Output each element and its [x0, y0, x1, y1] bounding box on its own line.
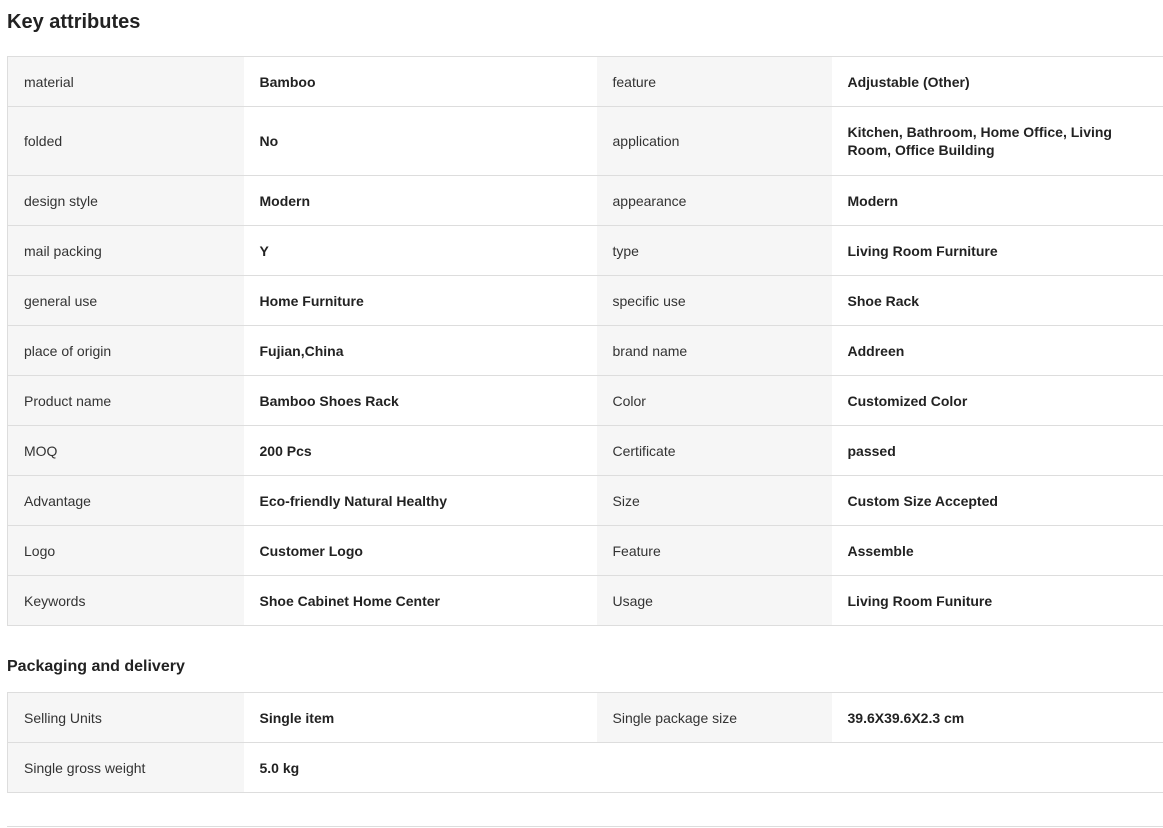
attribute-label: feature — [596, 56, 832, 107]
attribute-value: Modern — [831, 175, 1163, 226]
attribute-label: general use — [7, 275, 244, 326]
attribute-value: Customized Color — [831, 375, 1163, 426]
attribute-value: 39.6X39.6X2.3 cm — [831, 692, 1163, 743]
attribute-value: Shoe Rack — [831, 275, 1163, 326]
table-row: Advantage Eco-friendly Natural Healthy S… — [7, 475, 1163, 526]
attribute-label: design style — [7, 175, 244, 226]
attribute-value: Custom Size Accepted — [831, 475, 1163, 526]
table-row: material Bamboo feature Adjustable (Othe… — [7, 56, 1163, 107]
table-row: Keywords Shoe Cabinet Home Center Usage … — [7, 575, 1163, 626]
attribute-label: brand name — [596, 325, 832, 376]
attribute-label: MOQ — [7, 425, 244, 476]
attribute-value: Kitchen, Bathroom, Home Office, Living R… — [831, 106, 1163, 176]
attribute-value: Home Furniture — [243, 275, 597, 326]
table-row: Selling Units Single item Single package… — [7, 692, 1163, 743]
table-row: design style Modern appearance Modern — [7, 175, 1163, 226]
attribute-label: Selling Units — [7, 692, 244, 743]
attribute-label: folded — [7, 106, 244, 176]
table-row: folded No application Kitchen, Bathroom,… — [7, 106, 1163, 176]
attribute-value: Adjustable (Other) — [831, 56, 1163, 107]
divider — [7, 826, 1163, 827]
attribute-label: application — [596, 106, 832, 176]
attribute-label: material — [7, 56, 244, 107]
attribute-value: Assemble — [831, 525, 1163, 576]
table-row: mail packing Y type Living Room Furnitur… — [7, 225, 1163, 276]
attribute-label: Logo — [7, 525, 244, 576]
attribute-label: Single package size — [596, 692, 832, 743]
attribute-label: type — [596, 225, 832, 276]
attribute-label: appearance — [596, 175, 832, 226]
table-row: general use Home Furniture specific use … — [7, 275, 1163, 326]
table-row: MOQ 200 Pcs Certificate passed — [7, 425, 1163, 476]
attribute-value: Living Room Furniture — [831, 225, 1163, 276]
attribute-value: Eco-friendly Natural Healthy — [243, 475, 597, 526]
attribute-value: passed — [831, 425, 1163, 476]
key-attributes-table: material Bamboo feature Adjustable (Othe… — [7, 56, 1163, 626]
attribute-label: Product name — [7, 375, 244, 426]
attribute-label: Feature — [596, 525, 832, 576]
attribute-value: Customer Logo — [243, 525, 597, 576]
attribute-value: Shoe Cabinet Home Center — [243, 575, 597, 626]
empty-cell — [596, 742, 832, 793]
attribute-value: Modern — [243, 175, 597, 226]
packaging-delivery-title: Packaging and delivery — [7, 658, 185, 675]
packaging-table: Selling Units Single item Single package… — [7, 692, 1163, 793]
attribute-label: Color — [596, 375, 832, 426]
attribute-value: Single item — [243, 692, 597, 743]
key-attributes-title: Key attributes — [7, 11, 141, 33]
attribute-value: Fujian,China — [243, 325, 597, 376]
table-row: Logo Customer Logo Feature Assemble — [7, 525, 1163, 576]
attribute-label: mail packing — [7, 225, 244, 276]
attribute-value: 5.0 kg — [243, 742, 597, 793]
attribute-value: Bamboo — [243, 56, 597, 107]
attribute-value: Y — [243, 225, 597, 276]
attribute-value: Bamboo Shoes Rack — [243, 375, 597, 426]
attribute-label: Usage — [596, 575, 832, 626]
attribute-label: specific use — [596, 275, 832, 326]
attribute-value: 200 Pcs — [243, 425, 597, 476]
attribute-value: Addreen — [831, 325, 1163, 376]
attribute-label: Advantage — [7, 475, 244, 526]
empty-cell — [831, 742, 1163, 793]
table-row: Single gross weight 5.0 kg — [7, 742, 1163, 793]
attribute-value: Living Room Funiture — [831, 575, 1163, 626]
table-row: place of origin Fujian,China brand name … — [7, 325, 1163, 376]
attribute-label: Keywords — [7, 575, 244, 626]
table-row: Product name Bamboo Shoes Rack Color Cus… — [7, 375, 1163, 426]
attribute-label: Certificate — [596, 425, 832, 476]
attribute-label: Size — [596, 475, 832, 526]
attribute-value: No — [243, 106, 597, 176]
attribute-label: place of origin — [7, 325, 244, 376]
attribute-label: Single gross weight — [7, 742, 244, 793]
